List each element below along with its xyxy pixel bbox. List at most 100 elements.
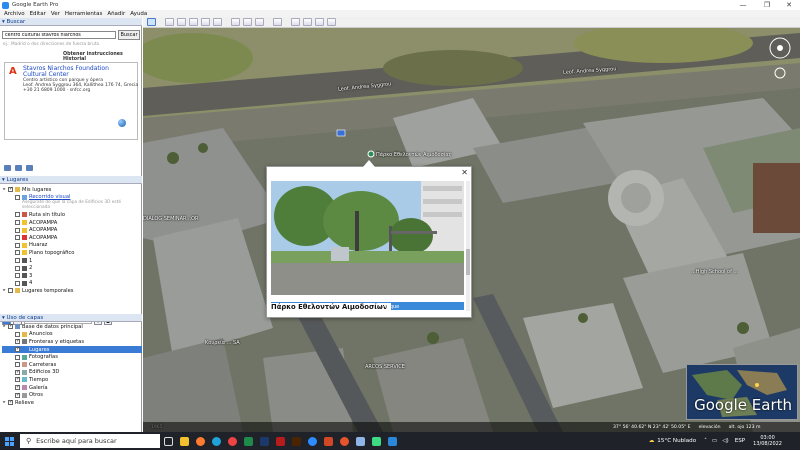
firefox-icon[interactable] bbox=[192, 432, 208, 450]
places-item[interactable]: Plano topográfico bbox=[2, 249, 142, 257]
layers-panel-header[interactable]: ▾ Uso de capas bbox=[0, 314, 142, 322]
layers-checkbox[interactable] bbox=[15, 338, 20, 345]
search-input[interactable] bbox=[2, 31, 116, 39]
places-item[interactable]: ACOPAMPA bbox=[2, 219, 142, 227]
save-results-icon[interactable] bbox=[15, 165, 22, 171]
places-checkbox[interactable] bbox=[15, 194, 20, 200]
layers-checkbox[interactable] bbox=[15, 384, 20, 391]
places-item[interactable]: Huaraz bbox=[2, 242, 142, 250]
places-item[interactable]: 4 bbox=[2, 280, 142, 288]
layers-item[interactable]: Fronteras y etiquetas bbox=[2, 338, 142, 346]
places-checkbox[interactable] bbox=[8, 288, 13, 294]
email-icon[interactable] bbox=[291, 18, 300, 26]
chrome-icon[interactable] bbox=[224, 432, 240, 450]
path-icon[interactable] bbox=[189, 18, 198, 26]
places-panel-header[interactable]: ▾ Lugares bbox=[0, 176, 142, 184]
menu-ver[interactable]: Ver bbox=[51, 11, 60, 17]
places-checkbox[interactable] bbox=[15, 273, 20, 279]
places-checkbox[interactable] bbox=[15, 258, 20, 264]
acrobat-icon[interactable] bbox=[272, 432, 288, 450]
polygon-icon[interactable] bbox=[177, 18, 186, 26]
layers-checkbox[interactable] bbox=[15, 331, 20, 337]
places-checkbox[interactable] bbox=[15, 280, 20, 286]
copy-icon[interactable] bbox=[4, 165, 11, 171]
map-label-business[interactable]: DIALOG SEMINAR...OR bbox=[143, 216, 199, 222]
menu-anadir[interactable]: Añadir bbox=[107, 11, 125, 17]
edge-icon[interactable] bbox=[208, 432, 224, 450]
map-label-park[interactable]: Πάρκο Εθελοντών Αιμοδοσίας bbox=[376, 152, 452, 158]
sunlight-icon[interactable] bbox=[243, 18, 252, 26]
layers-checkbox[interactable] bbox=[15, 392, 20, 398]
ruler-icon[interactable] bbox=[273, 18, 282, 26]
clock[interactable]: 03:00 13/08/2022 bbox=[753, 435, 782, 447]
menu-archivo[interactable]: Archivo bbox=[4, 11, 25, 17]
android-studio-icon[interactable] bbox=[368, 432, 384, 450]
places-item[interactable]: ACOPAMPA bbox=[2, 234, 142, 242]
layers-item[interactable]: Carreteras bbox=[2, 361, 142, 369]
layers-item[interactable]: ▸ Relieve bbox=[2, 399, 142, 407]
map-label-shop[interactable]: Κουρεία ... SA bbox=[205, 340, 240, 346]
expand-toggle-icon[interactable]: ▸ bbox=[2, 187, 7, 192]
layers-checkbox[interactable] bbox=[8, 323, 13, 330]
layers-checkbox[interactable] bbox=[15, 346, 20, 353]
search-result-card[interactable]: A Stavros Niarchos Foundation Cultural C… bbox=[4, 62, 138, 140]
menu-editar[interactable]: Editar bbox=[30, 11, 46, 17]
places-item[interactable]: 3 bbox=[2, 272, 142, 280]
expand-toggle-icon[interactable]: ▸ bbox=[2, 288, 7, 293]
expand-toggle-icon[interactable]: ▸ bbox=[2, 400, 7, 405]
sidebar-toggle-icon[interactable] bbox=[147, 18, 156, 26]
historical-imagery-icon[interactable] bbox=[231, 18, 240, 26]
globe-icon[interactable] bbox=[118, 119, 126, 127]
placemark-icon[interactable] bbox=[165, 18, 174, 26]
places-item[interactable]: Ruta sin título bbox=[2, 211, 142, 219]
task-view-icon[interactable] bbox=[160, 432, 176, 450]
overlay-icon[interactable] bbox=[201, 18, 210, 26]
mail-icon[interactable] bbox=[384, 432, 400, 450]
network-icon[interactable]: ▭ bbox=[712, 438, 717, 444]
places-checkbox[interactable] bbox=[15, 235, 20, 241]
places-item[interactable]: 1 bbox=[2, 257, 142, 265]
maximize-button[interactable]: ❐ bbox=[756, 0, 778, 10]
google-earth-task-icon[interactable] bbox=[352, 432, 368, 450]
place-photo[interactable] bbox=[271, 181, 464, 295]
balloon-scrollbar[interactable] bbox=[466, 181, 470, 311]
places-checkbox[interactable] bbox=[8, 186, 13, 193]
tray-arrow-icon[interactable]: ˄ bbox=[704, 438, 707, 444]
layers-item[interactable]: Galería bbox=[2, 384, 142, 392]
expand-toggle-icon[interactable]: ▸ bbox=[2, 324, 7, 329]
zoom-icon[interactable] bbox=[304, 432, 320, 450]
places-checkbox[interactable] bbox=[15, 242, 20, 248]
view-in-maps-icon[interactable] bbox=[327, 18, 336, 26]
layers-item[interactable]: Anuncios bbox=[2, 331, 142, 339]
places-item[interactable]: ▸ Lugares temporales bbox=[2, 287, 142, 295]
close-button[interactable]: ✕ bbox=[778, 0, 800, 10]
save-image-icon[interactable] bbox=[315, 18, 324, 26]
menu-herramientas[interactable]: Herramientas bbox=[65, 11, 102, 17]
search-panel-header[interactable]: ▾ Buscar bbox=[0, 18, 142, 26]
layers-checkbox[interactable] bbox=[8, 399, 13, 406]
map-label-arcos[interactable]: ARCOS SERVICE bbox=[365, 364, 405, 370]
language-indicator[interactable]: ESP bbox=[735, 438, 745, 444]
places-item[interactable]: ▸ Mis lugares bbox=[2, 186, 142, 194]
browser-icon[interactable] bbox=[336, 432, 352, 450]
print-icon[interactable] bbox=[303, 18, 312, 26]
layers-item[interactable]: Fotografías bbox=[2, 353, 142, 361]
print-results-icon[interactable] bbox=[26, 165, 33, 171]
minimize-button[interactable]: — bbox=[732, 0, 754, 10]
map-label-school[interactable]: ...High School of ... bbox=[691, 269, 738, 275]
record-tour-icon[interactable] bbox=[213, 18, 222, 26]
places-checkbox[interactable] bbox=[15, 227, 20, 233]
close-balloon-icon[interactable]: ✕ bbox=[461, 168, 468, 177]
search-button[interactable]: Buscar bbox=[118, 30, 140, 40]
illustrator-icon[interactable] bbox=[288, 432, 304, 450]
layers-item[interactable]: Tiempo bbox=[2, 376, 142, 384]
places-checkbox[interactable] bbox=[15, 220, 20, 226]
start-button[interactable] bbox=[0, 432, 18, 450]
layers-checkbox[interactable] bbox=[15, 354, 20, 360]
places-item[interactable]: Asegúrate de que la capa de Edificios 3D… bbox=[2, 201, 142, 211]
result-title[interactable]: Stavros Niarchos Foundation Cultural Cen… bbox=[23, 65, 133, 79]
photoshop-icon[interactable] bbox=[256, 432, 272, 450]
layers-checkbox[interactable] bbox=[15, 369, 20, 375]
volume-icon[interactable]: ◁) bbox=[722, 438, 728, 444]
excel-icon[interactable] bbox=[240, 432, 256, 450]
